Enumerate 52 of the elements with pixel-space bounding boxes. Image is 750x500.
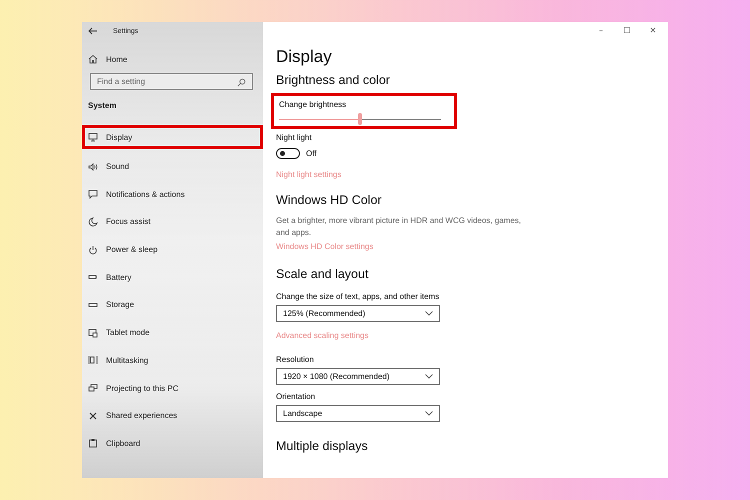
night-light-toggle[interactable] (276, 148, 300, 159)
nav-item[interactable]: Tablet mode (82, 318, 263, 346)
toggle-state: Off (306, 149, 317, 158)
nav-item[interactable]: Display (82, 125, 263, 149)
back-arrow-icon[interactable] (88, 27, 98, 35)
dropdown[interactable]: Landscape (276, 405, 440, 422)
search-icon (237, 78, 246, 87)
nav-item[interactable]: Multitasking (82, 346, 263, 374)
nav-item[interactable]: Shared experiences (82, 402, 263, 430)
chevron-down-icon (425, 311, 433, 316)
message-icon (88, 189, 98, 200)
monitor-icon (88, 132, 98, 142)
toggle-label: Night light (276, 133, 312, 142)
moon-icon (88, 216, 98, 227)
chevron-down-icon (425, 374, 433, 379)
dropdown[interactable]: 1920 × 1080 (Recommended) (276, 368, 440, 385)
slider-label: Change brightness (279, 100, 346, 109)
clipboard-icon (88, 438, 98, 448)
description-text: Get a brighter, more vibrant picture in HDR and WCG videos, games, and apps. (276, 215, 522, 239)
page-title: Display (276, 47, 332, 67)
field-label: Resolution (276, 355, 314, 364)
section-heading: Multiple displays (276, 439, 368, 453)
dropdown[interactable]: 125% (Recommended) (276, 305, 440, 322)
speaker-icon (88, 162, 98, 172)
nav-item[interactable]: Notifications & actions (82, 180, 263, 208)
tablet-icon (88, 328, 98, 338)
brightness-slider[interactable] (279, 113, 441, 125)
power-icon (88, 244, 98, 255)
nav-item[interactable]: Storage (82, 291, 263, 319)
home-icon (88, 54, 98, 64)
minimize-button[interactable]: – (590, 24, 612, 37)
chevron-down-icon (425, 411, 433, 416)
section-heading: System (88, 101, 116, 110)
nav-item[interactable]: Projecting to this PC (82, 374, 263, 402)
nav-item[interactable]: Sound (82, 152, 263, 180)
slider-thumb[interactable] (358, 113, 362, 125)
cross-icon (88, 410, 98, 421)
close-button[interactable]: ✕ (642, 24, 664, 37)
nav-item[interactable]: Focus assist (82, 208, 263, 236)
search-field[interactable]: Find a setting (90, 73, 253, 90)
field-label: Change the size of text, apps, and other items (276, 292, 440, 301)
projector-icon (88, 383, 98, 394)
section-heading: Scale and layout (276, 267, 368, 281)
field-label: Orientation (276, 392, 316, 401)
nav-item[interactable]: Power & sleep (82, 236, 263, 264)
maximize-button[interactable]: ☐ (616, 24, 638, 37)
section-heading: Brightness and color (276, 73, 390, 87)
home-link[interactable]: Home (88, 54, 128, 64)
nav-item[interactable]: Battery (82, 263, 263, 292)
window-split-icon (88, 355, 98, 366)
section-heading: Windows HD Color (276, 193, 382, 207)
nav-item[interactable]: Clipboard (82, 430, 263, 458)
